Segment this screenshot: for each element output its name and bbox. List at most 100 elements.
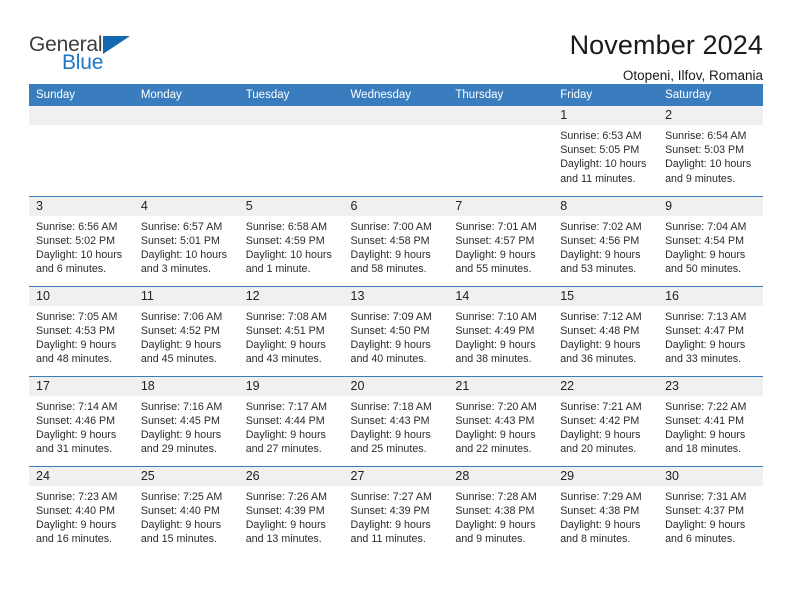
sunrise-text: Sunrise: 7:08 AM [245, 310, 328, 323]
day-number: 15 [553, 286, 659, 306]
calendar-day-cell[interactable]: 6 Sunrise: 7:00 AM Sunset: 4:58 PM Daylight… [343, 195, 449, 286]
sunrise-text: Sunrise: 7:14 AM [36, 400, 118, 413]
calendar-day-cell[interactable]: 9 Sunrise: 7:04 AM Sunset: 4:54 PM Daylight… [658, 195, 763, 286]
calendar-day-cell[interactable]: 23 Sunrise: 7:22 AM Sunset: 4:41 PM Dayligh… [658, 375, 763, 466]
day-number: 18 [133, 376, 239, 396]
calendar-day-cell[interactable]: 22 Sunrise: 7:21 AM Sunset: 4:42 PM Dayligh… [553, 375, 659, 466]
day-details: Sunrise: 7:28 AM Sunset: 4:38 PM Daylight:… [448, 486, 553, 547]
sunrise-text: Sunrise: 7:27 AM [350, 490, 432, 503]
logo-triangle-icon [103, 36, 130, 54]
daylight-text-line1: Daylight: 9 hours [350, 248, 431, 261]
day-number: 27 [343, 466, 449, 486]
calendar-day-cell[interactable]: 14 Sunrise: 7:10 AM Sunset: 4:49 PM Dayligh… [448, 285, 554, 376]
day-details: Sunrise: 7:26 AM Sunset: 4:39 PM Daylight:… [239, 486, 344, 547]
day-details: Sunrise: 7:00 AM Sunset: 4:58 PM Daylight:… [344, 216, 449, 277]
calendar-day-cell[interactable]: 17 Sunrise: 7:14 AM Sunset: 4:46 PM Dayligh… [29, 375, 134, 466]
sunset-text: Sunset: 4:53 PM [36, 324, 116, 337]
daylight-text-line1: Daylight: 9 hours [665, 518, 746, 531]
sunset-text: Sunset: 4:50 PM [350, 324, 430, 337]
sunset-text: Sunset: 4:58 PM [350, 234, 430, 247]
sunset-text: Sunset: 4:40 PM [36, 504, 116, 517]
calendar-day-cell[interactable]: 5 Sunrise: 6:58 AM Sunset: 4:59 PM Daylight… [238, 195, 344, 286]
daylight-text-line2: and 53 minutes. [560, 263, 637, 276]
daylight-text-line2: and 29 minutes. [140, 443, 217, 456]
sunset-text: Sunset: 4:39 PM [350, 504, 430, 517]
calendar-day-cell[interactable]: 29 Sunrise: 7:29 AM Sunset: 4:38 PM Dayligh… [553, 465, 659, 556]
daylight-text-line1: Daylight: 9 hours [245, 518, 326, 531]
day-number: 3 [29, 196, 134, 216]
day-number: 21 [448, 376, 554, 396]
daylight-text-line2: and 20 minutes. [560, 443, 637, 456]
daylight-text-line1: Daylight: 9 hours [455, 338, 536, 351]
sunset-text: Sunset: 4:37 PM [665, 504, 745, 517]
calendar-day-cell[interactable]: 27 Sunrise: 7:27 AM Sunset: 4:39 PM Dayligh… [343, 465, 449, 556]
sunrise-text: Sunrise: 7:22 AM [665, 400, 747, 413]
daylight-text-line1: Daylight: 9 hours [140, 428, 222, 441]
day-details: Sunrise: 6:58 AM Sunset: 4:59 PM Daylight:… [239, 216, 344, 277]
calendar-day-cell[interactable]: 20 Sunrise: 7:18 AM Sunset: 4:43 PM Dayligh… [343, 375, 449, 466]
calendar-day-cell[interactable]: 25 Sunrise: 7:25 AM Sunset: 4:40 PM Dayligh… [133, 465, 239, 556]
day-number: 9 [658, 196, 763, 216]
sunset-text: Sunset: 4:39 PM [245, 504, 325, 517]
brand-logo[interactable]: General Blue [29, 30, 149, 78]
calendar-day-cell[interactable]: 24 Sunrise: 7:23 AM Sunset: 4:40 PM Dayligh… [29, 465, 134, 556]
weekday-header-saturday: Saturday [658, 84, 763, 106]
calendar-day-cell[interactable]: 16 Sunrise: 7:13 AM Sunset: 4:47 PM Dayligh… [658, 285, 763, 376]
sunrise-text: Sunrise: 7:18 AM [350, 400, 432, 413]
daylight-text-line2: and 40 minutes. [350, 353, 427, 366]
day-number: 7 [448, 196, 554, 216]
calendar-day-cell[interactable]: 21 Sunrise: 7:20 AM Sunset: 4:43 PM Dayligh… [448, 375, 554, 466]
calendar-day-cell[interactable]: 18 Sunrise: 7:16 AM Sunset: 4:45 PM Dayligh… [133, 375, 239, 466]
sunrise-text: Sunrise: 7:05 AM [36, 310, 118, 323]
calendar-day-cell[interactable]: 26 Sunrise: 7:26 AM Sunset: 4:39 PM Dayligh… [238, 465, 344, 556]
daylight-text-line1: Daylight: 9 hours [665, 428, 746, 441]
day-details: Sunrise: 7:25 AM Sunset: 4:40 PM Daylight:… [134, 486, 239, 547]
daylight-text-line1: Daylight: 9 hours [560, 338, 641, 351]
daylight-text-line1: Daylight: 9 hours [140, 518, 222, 531]
daylight-text-line2: and 38 minutes. [455, 353, 532, 366]
weekday-header-monday: Monday [133, 84, 239, 106]
sunset-text: Sunset: 4:44 PM [245, 414, 325, 427]
calendar-day-cell[interactable]: 2 Sunrise: 6:54 AM Sunset: 5:03 PM Daylight… [658, 106, 763, 196]
calendar-day-cell[interactable]: 15 Sunrise: 7:12 AM Sunset: 4:48 PM Dayligh… [553, 285, 659, 376]
sunrise-text: Sunrise: 7:01 AM [455, 220, 537, 233]
calendar-day-cell[interactable]: 10 Sunrise: 7:05 AM Sunset: 4:53 PM Dayligh… [29, 285, 134, 376]
calendar-day-cell[interactable]: 28 Sunrise: 7:28 AM Sunset: 4:38 PM Dayligh… [448, 465, 554, 556]
daylight-text-line2: and 11 minutes. [350, 533, 426, 546]
calendar-day-cell[interactable]: 4 Sunrise: 6:57 AM Sunset: 5:01 PM Daylight… [133, 195, 239, 286]
daylight-text-line1: Daylight: 9 hours [665, 248, 746, 261]
day-number: 26 [238, 466, 344, 486]
daylight-text-line2: and 45 minutes. [140, 353, 217, 366]
daylight-text-line2: and 16 minutes. [36, 533, 113, 546]
page-subtitle: Otopeni, Ilfov, Romania [622, 68, 763, 84]
calendar-day-cell[interactable]: 19 Sunrise: 7:17 AM Sunset: 4:44 PM Dayligh… [238, 375, 344, 466]
day-number: 14 [448, 286, 554, 306]
calendar-day-cell[interactable]: 13 Sunrise: 7:09 AM Sunset: 4:50 PM Dayligh… [343, 285, 449, 376]
sunset-text: Sunset: 4:38 PM [560, 504, 640, 517]
calendar-day-cell[interactable]: 1 Sunrise: 6:53 AM Sunset: 5:05 PM Daylight… [553, 106, 659, 196]
calendar-day-cell[interactable]: 12 Sunrise: 7:08 AM Sunset: 4:51 PM Dayligh… [238, 285, 344, 376]
calendar-day-cell[interactable]: 11 Sunrise: 7:06 AM Sunset: 4:52 PM Dayligh… [133, 285, 239, 376]
sunrise-text: Sunrise: 7:26 AM [245, 490, 328, 503]
sunrise-text: Sunrise: 7:00 AM [350, 220, 432, 233]
sunrise-text: Sunrise: 6:58 AM [245, 220, 328, 233]
daylight-text-line2: and 25 minutes. [350, 443, 427, 456]
day-number: 6 [343, 196, 449, 216]
sunset-text: Sunset: 4:47 PM [665, 324, 745, 337]
daylight-text-line1: Daylight: 9 hours [455, 428, 536, 441]
calendar-day-cell[interactable]: 3 Sunrise: 6:56 AM Sunset: 5:02 PM Daylight… [29, 195, 134, 286]
daylight-text-line1: Daylight: 9 hours [36, 518, 117, 531]
sunset-text: Sunset: 4:56 PM [560, 234, 640, 247]
day-number: 20 [343, 376, 449, 396]
day-number: 13 [343, 286, 449, 306]
daylight-text-line1: Daylight: 9 hours [665, 338, 746, 351]
calendar-grid: Sunday Monday Tuesday Wednesday Thursday Frid… [29, 84, 763, 556]
day-details: Sunrise: 7:01 AM Sunset: 4:57 PM Daylight:… [448, 216, 553, 277]
daylight-text-line2: and 58 minutes. [350, 263, 427, 276]
daylight-text-line1: Daylight: 9 hours [140, 338, 222, 351]
calendar-day-cell[interactable]: 8 Sunrise: 7:02 AM Sunset: 4:56 PM Daylight… [553, 195, 659, 286]
sunrise-text: Sunrise: 6:56 AM [36, 220, 118, 233]
calendar-day-cell[interactable]: 30 Sunrise: 7:31 AM Sunset: 4:37 PM Dayligh… [658, 465, 763, 556]
day-number: 23 [658, 376, 763, 396]
calendar-day-cell[interactable]: 7 Sunrise: 7:01 AM Sunset: 4:57 PM Daylight… [448, 195, 554, 286]
